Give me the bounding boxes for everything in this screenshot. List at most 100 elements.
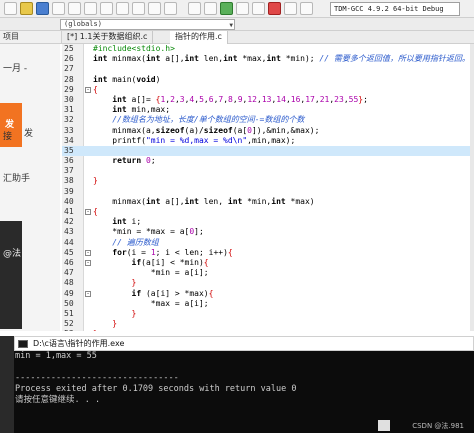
code-line[interactable]: 27 <box>62 64 474 74</box>
code-line[interactable]: 31 int min,max; <box>62 105 474 115</box>
watermark: CSDN @法.981 <box>412 422 464 430</box>
code-text: } <box>93 329 98 331</box>
line-number: 50 <box>64 298 74 308</box>
code-text: if(a[i] < *min){ <box>131 257 209 267</box>
code-line[interactable]: 48 } <box>62 278 474 288</box>
find-icon[interactable] <box>116 2 129 15</box>
line-number: 38 <box>64 176 74 186</box>
undo-icon[interactable] <box>84 2 97 15</box>
save-all-icon[interactable] <box>52 2 65 15</box>
code-line[interactable]: 34 printf("min = %d,max = %d\n",min,max)… <box>62 136 474 146</box>
line-number: 48 <box>64 278 74 288</box>
code-line[interactable]: 47 *min = a[i]; <box>62 268 474 278</box>
new-file-icon[interactable] <box>4 2 17 15</box>
console-title-bar: D:\c语言\指针的作用.exe <box>14 336 474 351</box>
left-panel-text-5: @法 <box>3 249 22 259</box>
replace-icon[interactable] <box>132 2 145 15</box>
scope-select[interactable]: (globals) ▼ <box>60 19 235 30</box>
code-text: *max = a[i]; <box>93 298 209 308</box>
fold-toggle-icon[interactable]: - <box>85 259 91 266</box>
code-line[interactable]: 46 - if(a[i] < *min){ <box>62 258 474 268</box>
code-line[interactable]: 42 int i; <box>62 217 474 227</box>
code-line[interactable]: 35 <box>62 145 474 157</box>
code-line[interactable]: 53} <box>62 329 474 331</box>
line-number: 32 <box>64 115 74 125</box>
code-line[interactable]: 28 int main(void) <box>62 75 474 85</box>
code-line[interactable]: 33 minmax(a,sizeof(a)/sizeof(a[0]),&min,… <box>62 126 474 136</box>
stop-icon[interactable] <box>268 2 281 15</box>
compile-icon[interactable] <box>204 2 217 15</box>
chart-icon[interactable] <box>300 2 313 15</box>
code-line[interactable]: 30 int a[]= {1,2,3,4,5,6,7,8,9,12,13,14,… <box>62 95 474 105</box>
code-line[interactable]: 50 *max = a[i]; <box>62 299 474 309</box>
line-number: 37 <box>64 166 74 176</box>
grid-icon[interactable] <box>188 2 201 15</box>
code-line[interactable]: 32 //数组名为地址，长度/单个数组的空间-=数组的个数 <box>62 115 474 125</box>
tab-pointer-usage[interactable]: 指针的作用.c <box>170 31 228 44</box>
code-line[interactable]: 40 minmax(int a[],int len, int *min,int … <box>62 197 474 207</box>
chevron-down-icon: ▼ <box>229 22 233 29</box>
line-number: 43 <box>64 227 74 237</box>
code-lines: 25 #include<stdio.h> 26 int minmax(int a[],… <box>62 44 474 331</box>
line-number: 30 <box>64 94 74 104</box>
code-line[interactable]: 49 - if (a[i] > *max){ <box>62 289 474 299</box>
code-text: int min,max; <box>112 105 171 115</box>
code-line[interactable]: 38} <box>62 176 474 186</box>
code-text: minmax(a,sizeof(a)/sizeof(a[0]),&min,&ma… <box>93 125 320 135</box>
file-tabs: [*] 1.1关于数据组织.c 指针的作用.c <box>62 31 474 44</box>
fold-toggle-icon[interactable]: - <box>85 209 91 215</box>
fold-toggle-icon[interactable]: - <box>85 86 91 93</box>
fold-toggle-icon[interactable]: - <box>85 249 91 256</box>
scope-label: (globals) <box>64 20 102 28</box>
code-line[interactable]: 39 <box>62 187 474 197</box>
code-line[interactable]: 37 <box>62 166 474 176</box>
line-number: 52 <box>64 319 74 329</box>
code-line[interactable]: 29 -{ <box>62 85 474 95</box>
open-folder-icon[interactable] <box>20 2 33 15</box>
code-text: printf("min = %d,max = %d\n",min,max); <box>93 135 296 145</box>
code-line[interactable]: 25 #include<stdio.h> <box>62 44 474 54</box>
scope-bar: (globals) ▼ <box>0 18 474 31</box>
code-line[interactable]: 43 *min = *max = a[0]; <box>62 227 474 237</box>
debug-icon[interactable] <box>284 2 297 15</box>
code-line[interactable]: 36 return 0; <box>62 156 474 166</box>
fold-toggle-icon[interactable]: - <box>85 290 91 297</box>
console-line: -------------------------------- <box>15 373 179 383</box>
cursor-box <box>378 420 390 431</box>
line-number: 31 <box>64 105 74 115</box>
compiler-select[interactable]: TDM-GCC 4.9.2 64-bit Debug <box>330 2 460 16</box>
run-icon[interactable] <box>220 2 233 15</box>
code-text: #include<stdio.h> <box>93 44 175 53</box>
line-number: 36 <box>64 156 74 166</box>
code-line[interactable]: 51 } <box>62 309 474 319</box>
console-output: min = 1,max = 55 ------------------------… <box>14 351 474 433</box>
line-number: 49 <box>64 288 74 298</box>
code-line[interactable]: 44 // 遍历数组 <box>62 238 474 248</box>
code-line[interactable]: 52 } <box>62 319 474 329</box>
project-tab[interactable]: 项目 <box>0 31 62 44</box>
code-text: minmax(int a[],int len, int *min,int *ma… <box>93 196 315 206</box>
unindent-icon[interactable] <box>164 2 177 15</box>
print-icon[interactable] <box>68 2 81 15</box>
indent-icon[interactable] <box>148 2 161 15</box>
left-panel-text-4: 汇助手 <box>3 174 31 184</box>
rebuild-icon[interactable] <box>252 2 265 15</box>
editor-scrollbar[interactable] <box>470 44 474 331</box>
code-line[interactable]: 45 - for(i = 1; i < len; i++){ <box>62 248 474 258</box>
line-number: 41 <box>64 207 74 216</box>
save-icon[interactable] <box>36 2 49 15</box>
tab-data-org[interactable]: [*] 1.1关于数据组织.c <box>62 31 154 44</box>
line-number: 27 <box>64 64 74 74</box>
line-number: 28 <box>64 74 74 84</box>
line-number: 53 <box>64 329 82 331</box>
line-number: 29 <box>64 84 74 94</box>
code-text: } <box>93 176 98 186</box>
main-toolbar: TDM-GCC 4.9.2 64-bit Debug <box>0 0 474 18</box>
code-line[interactable]: 41 -{ <box>62 207 474 217</box>
code-line[interactable]: 26 int minmax(int a[],int len,int *max,in… <box>62 54 474 64</box>
line-number: 26 <box>64 54 74 64</box>
compile-run-icon[interactable] <box>236 2 249 15</box>
code-editor[interactable]: 25 #include<stdio.h> 26 int minmax(int a[],… <box>62 44 474 331</box>
redo-icon[interactable] <box>100 2 113 15</box>
